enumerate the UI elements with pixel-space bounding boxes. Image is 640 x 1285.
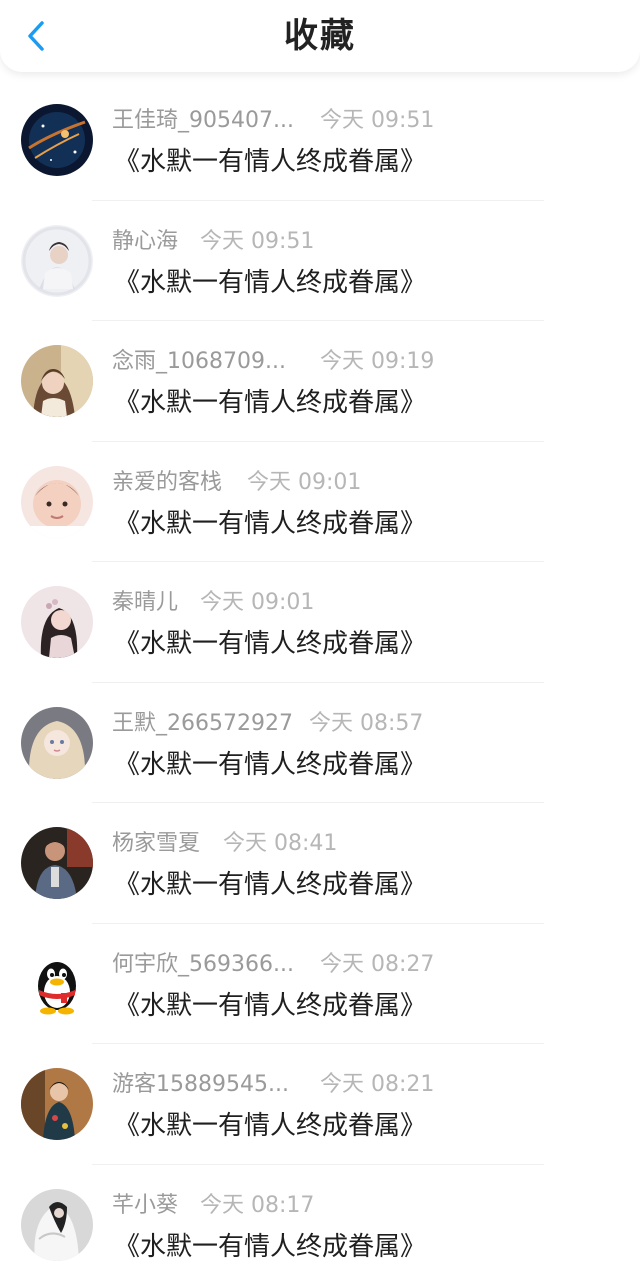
user-name: 王佳琦_905407... <box>112 106 294 136</box>
user-name: 杨家雪夏 <box>112 829 200 859</box>
list-item[interactable]: 王默_266572927 今天 08:57 《水默一有情人终成眷属》 <box>0 683 640 804</box>
list-item[interactable]: 亲爱的客栈 今天 09:01 《水默一有情人终成眷属》 <box>0 442 640 563</box>
user-name: 王默_266572927 <box>112 709 293 739</box>
timestamp: 今天 09:01 <box>200 588 314 618</box>
message-text: 《水默一有情人终成眷属》 <box>114 1230 426 1264</box>
message-text: 《水默一有情人终成眷属》 <box>114 145 426 179</box>
list-item[interactable]: 芊小葵 今天 08:17 《水默一有情人终成眷属》 <box>0 1165 640 1285</box>
timestamp: 今天 08:57 <box>309 709 423 739</box>
timestamp: 今天 08:17 <box>200 1191 314 1221</box>
page-title: 收藏 <box>0 14 640 58</box>
user-name: 芊小葵 <box>112 1191 178 1221</box>
message-text: 《水默一有情人终成眷属》 <box>114 266 426 300</box>
user-name: 念雨_1068709... <box>112 347 286 377</box>
item-meta: 何宇欣_569366... 今天 08:27 <box>112 950 612 980</box>
doll-avatar[interactable] <box>21 707 93 779</box>
list-item[interactable]: 秦晴儿 今天 09:01 《水默一有情人终成眷属》 <box>0 562 640 683</box>
user-name: 亲爱的客栈 <box>112 468 222 498</box>
message-text: 《水默一有情人终成眷属》 <box>114 748 426 782</box>
list-item[interactable]: 游客15889545... 今天 08:21 《水默一有情人终成眷属》 <box>0 1044 640 1165</box>
item-meta: 亲爱的客栈 今天 09:01 <box>112 468 612 498</box>
list-item[interactable]: 王佳琦_905407... 今天 09:51 《水默一有情人终成眷属》 <box>0 80 640 201</box>
girl-profile-avatar[interactable] <box>21 586 93 658</box>
header-bar: 收藏 <box>0 0 640 72</box>
item-meta: 王默_266572927 今天 08:57 <box>112 709 612 739</box>
timestamp: 今天 08:21 <box>320 1070 434 1100</box>
message-text: 《水默一有情人终成眷属》 <box>114 507 426 541</box>
message-text: 《水默一有情人终成眷属》 <box>114 627 426 661</box>
user-name: 秦晴儿 <box>112 588 178 618</box>
item-meta: 王佳琦_905407... 今天 09:51 <box>112 106 612 136</box>
man-avatar[interactable] <box>21 827 93 899</box>
bride-avatar[interactable] <box>21 225 93 297</box>
white-dress-avatar[interactable] <box>21 1189 93 1261</box>
item-meta: 秦晴儿 今天 09:01 <box>112 588 612 618</box>
item-meta: 游客15889545... 今天 08:21 <box>112 1070 612 1100</box>
girl-avatar[interactable] <box>21 345 93 417</box>
baby-avatar[interactable] <box>21 466 93 538</box>
item-meta: 芊小葵 今天 08:17 <box>112 1191 612 1221</box>
list-item[interactable]: 静心海 今天 09:51 《水默一有情人终成眷属》 <box>0 201 640 322</box>
list-item[interactable]: 念雨_1068709... 今天 09:19 《水默一有情人终成眷属》 <box>0 321 640 442</box>
message-text: 《水默一有情人终成眷属》 <box>114 989 426 1023</box>
galaxy-avatar[interactable] <box>21 104 93 176</box>
message-text: 《水默一有情人终成眷属》 <box>114 868 426 902</box>
item-meta: 静心海 今天 09:51 <box>112 227 612 257</box>
message-text: 《水默一有情人终成眷属》 <box>114 386 426 420</box>
item-meta: 杨家雪夏 今天 08:41 <box>112 829 612 859</box>
timestamp: 今天 09:51 <box>320 106 434 136</box>
timestamp: 今天 09:19 <box>320 347 434 377</box>
timestamp: 今天 09:01 <box>247 468 361 498</box>
timestamp: 今天 08:27 <box>320 950 434 980</box>
user-name: 何宇欣_569366... <box>112 950 294 980</box>
list-item[interactable]: 杨家雪夏 今天 08:41 《水默一有情人终成眷属》 <box>0 803 640 924</box>
favorites-list: 王佳琦_905407... 今天 09:51 《水默一有情人终成眷属》 静心海 … <box>0 80 640 1285</box>
user-name: 静心海 <box>112 227 178 257</box>
message-text: 《水默一有情人终成眷属》 <box>114 1109 426 1143</box>
list-item[interactable]: 何宇欣_569366... 今天 08:27 《水默一有情人终成眷属》 <box>0 924 640 1045</box>
user-name: 游客15889545... <box>112 1070 289 1100</box>
penguin-avatar[interactable] <box>21 948 93 1020</box>
timestamp: 今天 08:41 <box>223 829 337 859</box>
timestamp: 今天 09:51 <box>200 227 314 257</box>
woman-avatar[interactable] <box>21 1068 93 1140</box>
item-meta: 念雨_1068709... 今天 09:19 <box>112 347 612 377</box>
